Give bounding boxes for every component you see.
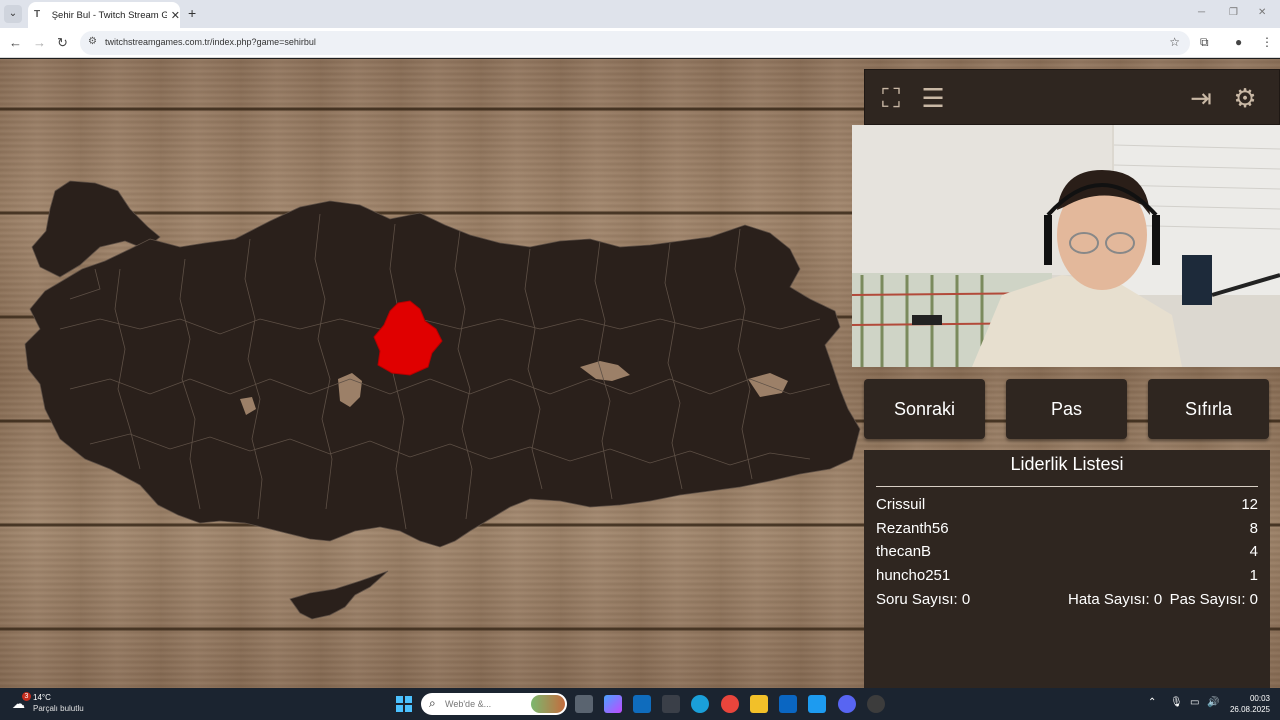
leaderboard-title: Liderlik Listesi <box>1010 454 1124 474</box>
logout-icon[interactable]: ⇥ <box>1181 78 1221 118</box>
tab-title: Şehir Bul - Twitch Stream Game <box>51 9 167 21</box>
player-score: 4 <box>1249 543 1258 560</box>
next-button[interactable]: Sonraki <box>864 379 985 439</box>
tab-close-icon[interactable]: ✕ <box>171 9 180 22</box>
divider <box>876 486 1258 487</box>
search-highlight-icon <box>531 695 565 713</box>
player-name: thecanB <box>876 543 932 560</box>
leaderboard-panel: Liderlik Listesi Crissuil 12 Rezanth56 8… <box>864 450 1270 688</box>
profile-icon[interactable]: ● <box>1235 35 1242 49</box>
taskbar-search[interactable]: ⌕ Web'de &... <box>421 693 567 715</box>
new-tab-icon[interactable]: + <box>188 5 196 21</box>
app-icon[interactable] <box>867 695 885 713</box>
player-name: Crissuil <box>876 496 926 513</box>
tab-search-icon[interactable]: ⌄ <box>4 5 22 23</box>
copilot-icon[interactable] <box>604 695 622 713</box>
leaderboard-row: thecanB 4 <box>876 543 1258 565</box>
microphone-icon[interactable]: 🎙 <box>1170 697 1183 708</box>
task-view-icon[interactable] <box>575 695 593 713</box>
game-page: ⛶ ☰ ⇥ ⚙ Sonraki Pas Sıfırla Liderlik Lis… <box>0 59 1280 688</box>
browser-toolbar: ← → ↻ ⚙ twitchstreamgames.com.tr/index.p… <box>0 28 1280 58</box>
player-score: 8 <box>1249 520 1258 537</box>
restore-icon[interactable]: ❐ <box>1229 7 1238 18</box>
file-explorer-icon[interactable] <box>750 695 768 713</box>
settings-icon[interactable]: ⚙ <box>1225 78 1265 118</box>
windows-taskbar: ☁ 3 14°C Parçalı bulutlu ⌕ Web'de &... ⌃… <box>0 688 1280 720</box>
pass-button[interactable]: Pas <box>1006 379 1127 439</box>
player-name: huncho251 <box>876 567 951 584</box>
player-score: 1 <box>1249 567 1258 584</box>
outlook-icon[interactable] <box>633 695 651 713</box>
site-favicon-icon: T <box>34 9 41 20</box>
back-icon[interactable]: ← <box>9 35 22 51</box>
weather-badge: 3 <box>22 692 31 701</box>
map-landmass <box>24 180 861 620</box>
reset-button[interactable]: Sıfırla <box>1148 379 1269 439</box>
tray-chevron-icon[interactable]: ⌃ <box>1148 697 1156 708</box>
edge-icon[interactable] <box>691 695 709 713</box>
action-buttons: Sonraki Pas Sıfırla <box>864 379 1280 439</box>
address-bar[interactable]: ⚙ twitchstreamgames.com.tr/index.php?gam… <box>80 31 1190 55</box>
leaderboard-row: Crissuil 12 <box>876 496 1258 518</box>
turkey-map[interactable] <box>0 169 864 639</box>
search-icon: ⌕ <box>429 696 436 710</box>
url-text: twitchstreamgames.com.tr/index.php?game=… <box>105 37 316 47</box>
leaderboard-row: Rezanth56 8 <box>876 520 1258 542</box>
discord-icon[interactable] <box>838 695 856 713</box>
weather-description[interactable]: Parçalı bulutlu <box>33 704 84 713</box>
twitter-icon[interactable] <box>808 695 826 713</box>
linkedin-icon[interactable] <box>779 695 797 713</box>
weather-temp[interactable]: 14°C <box>33 693 51 702</box>
error-count: Hata Sayısı: 0 <box>1068 591 1163 608</box>
clock-time: 00:03 <box>1249 694 1270 703</box>
extensions-icon[interactable]: ⧉ <box>1200 35 1209 50</box>
browser-tab[interactable]: T Şehir Bul - Twitch Stream Game ✕ <box>28 2 180 28</box>
tab-strip: ⌄ T Şehir Bul - Twitch Stream Game ✕ + ─… <box>0 0 1280 28</box>
search-placeholder: Web'de &... <box>445 699 492 709</box>
start-icon[interactable] <box>396 696 412 712</box>
menu-icon[interactable]: ⋮ <box>1261 35 1273 49</box>
player-score: 12 <box>1241 496 1258 513</box>
network-icon[interactable]: ▭ <box>1190 697 1199 708</box>
forward-icon[interactable]: → <box>33 35 46 51</box>
minimize-icon[interactable]: ─ <box>1198 7 1205 18</box>
clock-date: 26.08.2025 <box>1229 705 1270 714</box>
webcam-feed <box>852 125 1280 367</box>
top-control-panel: ⛶ ☰ ⇥ ⚙ <box>864 69 1280 125</box>
site-info-icon[interactable]: ⚙ <box>88 36 97 47</box>
notes-icon[interactable]: ☰ <box>913 78 953 118</box>
chrome-icon[interactable] <box>721 695 739 713</box>
window-close-icon[interactable]: ✕ <box>1258 7 1266 18</box>
pass-count: Pas Sayısı: 0 <box>1169 591 1258 608</box>
bookmark-star-icon[interactable]: ☆ <box>1169 35 1180 49</box>
fullscreen-icon[interactable]: ⛶ <box>871 78 911 118</box>
leaderboard-row: huncho251 1 <box>876 567 1258 589</box>
question-count: Soru Sayısı: 0 <box>876 591 971 608</box>
volume-icon[interactable]: 🔊 <box>1207 697 1219 708</box>
clock[interactable]: 00:03 26.08.2025 <box>1230 693 1270 715</box>
player-name: Rezanth56 <box>876 520 949 537</box>
reload-icon[interactable]: ↻ <box>57 35 68 51</box>
game-stats: Soru Sayısı: 0 Hata Sayısı: 0 Pas Sayısı… <box>876 591 1258 611</box>
store-icon[interactable] <box>662 695 680 713</box>
